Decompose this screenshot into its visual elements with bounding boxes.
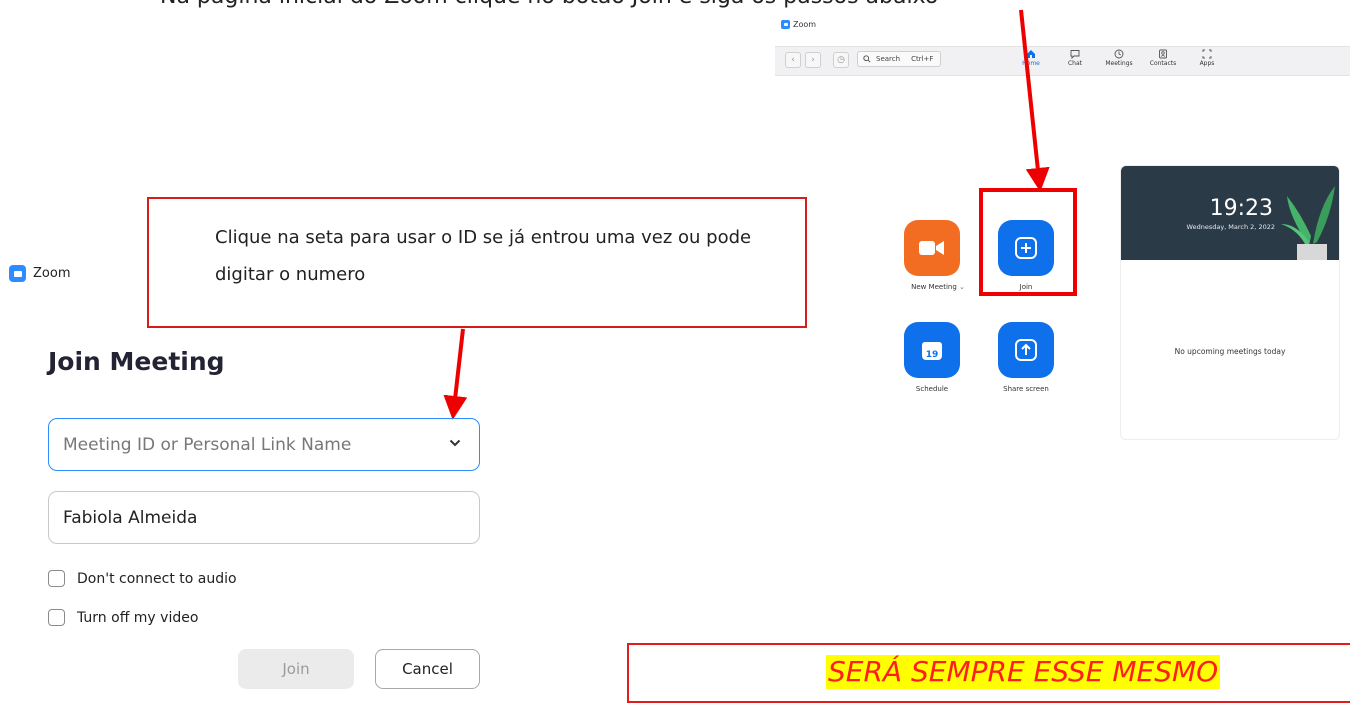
arrow-to-join-tile — [1019, 9, 1050, 192]
chevron-down-icon[interactable] — [449, 439, 461, 447]
display-name-value: Fabiola Almeida — [63, 507, 198, 528]
display-name-input[interactable]: Fabiola Almeida — [48, 491, 480, 544]
zoom-logo-icon — [9, 265, 26, 282]
turn-off-video-label: Turn off my video — [77, 609, 199, 626]
meeting-id-input[interactable]: Meeting ID or Personal Link Name — [48, 418, 480, 471]
join-meeting-heading: Join Meeting — [48, 347, 225, 376]
join-window-app-title: Zoom — [33, 266, 71, 281]
no-audio-checkbox[interactable] — [48, 570, 65, 587]
arrow-to-dropdown — [443, 328, 468, 420]
join-submit-button[interactable]: Join — [238, 649, 354, 689]
meeting-id-placeholder: Meeting ID or Personal Link Name — [63, 434, 352, 455]
turn-off-video-checkbox[interactable] — [48, 609, 65, 626]
bottom-note-text: SERÁ SEMPRE ESSE MESMO — [826, 655, 1221, 689]
bottom-note-box: SERÁ SEMPRE ESSE MESMO — [627, 643, 1350, 703]
no-audio-option[interactable]: Don't connect to audio — [48, 570, 237, 587]
no-audio-label: Don't connect to audio — [77, 570, 237, 587]
cancel-button[interactable]: Cancel — [375, 649, 480, 689]
turn-off-video-option[interactable]: Turn off my video — [48, 609, 198, 626]
join-window-titlebar: Zoom — [9, 265, 70, 282]
